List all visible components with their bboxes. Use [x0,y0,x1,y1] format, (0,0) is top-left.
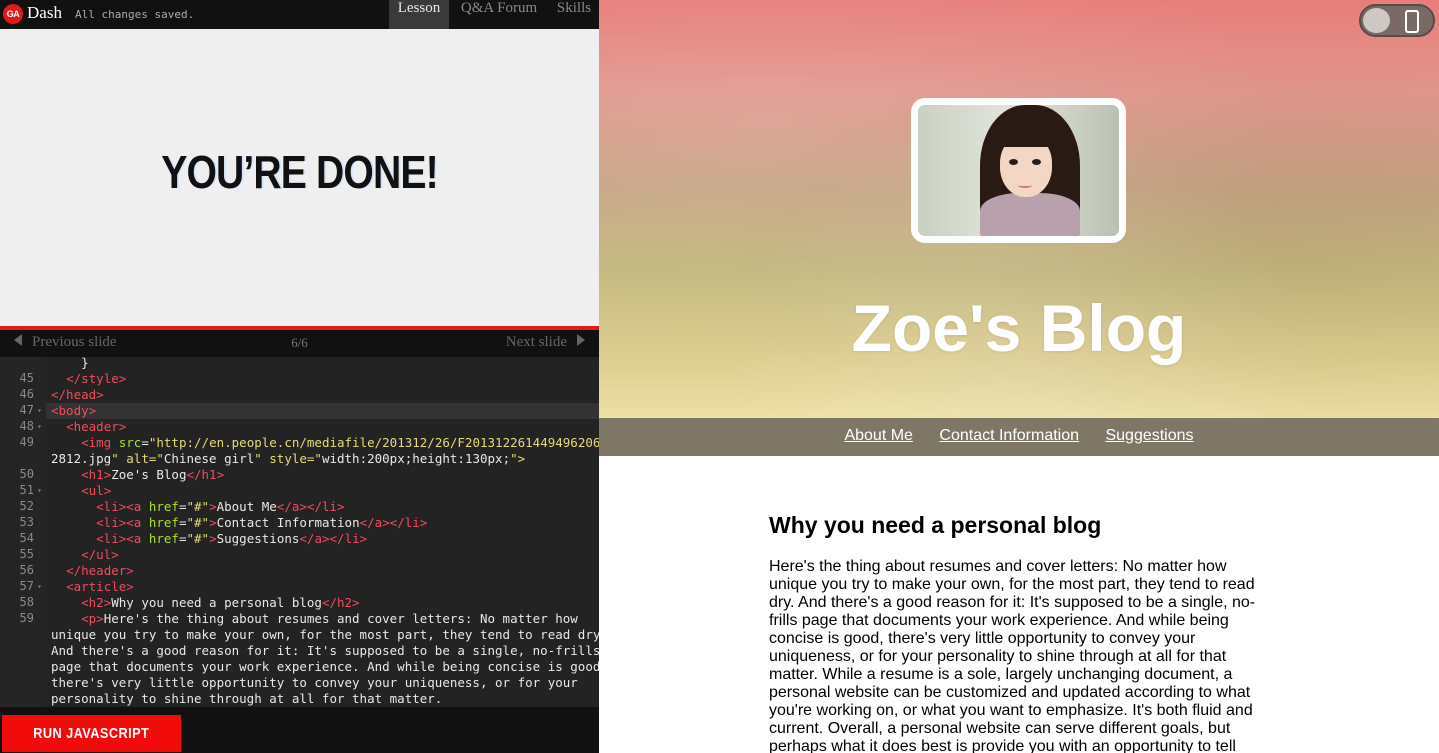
toggle-knob [1363,8,1390,33]
line-number: 47 [19,403,34,417]
previous-slide-label: Previous slide [32,334,117,350]
code-line[interactable]: <article> [51,579,134,595]
top-bar: GA Dash All changes saved. Lesson Q&A Fo… [0,0,599,29]
blog-title: Zoe's Blog [851,291,1187,365]
tab-lesson[interactable]: Lesson [389,0,449,29]
code-line[interactable]: <li><a href="#">Contact Information</a><… [51,515,427,531]
fold-arrow-icon[interactable]: ▾ [37,582,42,591]
blog-article: Why you need a personal blog Here's the … [769,512,1261,753]
code-line[interactable]: personality to shine through at all for … [51,691,442,707]
article-paragraph: Here's the thing about resumes and cover… [769,558,1256,753]
line-number: 48 [19,419,34,433]
chevron-left-icon [14,334,22,346]
code-line[interactable]: <li><a href="#">Suggestions</a></li> [51,531,367,547]
code-line[interactable]: page that documents your work experience… [51,659,599,675]
tab-qa-forum[interactable]: Q&A Forum [455,0,543,29]
code-line[interactable]: </header> [51,563,134,579]
line-number: 58 [19,595,34,609]
code-line[interactable]: <h1>Zoe's Blog</h1> [51,467,224,483]
line-number: 52 [19,499,34,513]
tab-skills[interactable]: Skills [551,0,597,29]
line-number: 50 [19,467,34,481]
slide-title: YOU’RE DONE! [161,146,438,198]
nav-link-contact-information[interactable]: Contact Information [939,427,1079,444]
code-line[interactable]: there's very little opportunity to conve… [51,675,578,691]
ga-logo[interactable]: GA [3,4,23,24]
lesson-pane: GA Dash All changes saved. Lesson Q&A Fo… [0,0,599,753]
code-line[interactable]: </style> [51,371,126,387]
mobile-phone-icon [1405,10,1419,33]
fold-arrow-icon[interactable]: ▾ [37,406,42,415]
line-number: 51 [19,483,34,497]
app-name[interactable]: Dash [27,3,62,23]
run-bar: RUN JAVASCRIPT [0,707,599,753]
article-heading: Why you need a personal blog [769,512,1102,538]
fold-arrow-icon[interactable]: ▾ [37,486,42,495]
slide-area: YOU’RE DONE! [0,29,599,326]
device-toggle-icon[interactable] [1359,4,1435,37]
code-line[interactable]: unique you try to make your own, for the… [51,627,599,643]
code-line[interactable]: <p>Here's the thing about resumes and co… [51,611,578,627]
line-number: 54 [19,531,34,545]
previous-slide-button[interactable]: Previous slide [14,334,117,351]
line-number: 45 [19,371,34,385]
next-slide-label: Next slide [505,334,567,350]
code-line[interactable]: <img src="http://en.people.cn/mediafile/… [51,435,599,451]
line-number: 53 [19,515,34,529]
blog-nav: About Me Contact Information Suggestions [599,418,1439,456]
save-status: All changes saved. [75,8,195,21]
run-javascript-label: RUN JAVASCRIPT [33,725,150,742]
line-number: 46 [19,387,34,401]
code-line[interactable]: <header> [51,419,126,435]
line-number: 59 [19,611,34,625]
code-line[interactable]: </head> [51,387,104,403]
code-line[interactable]: </ul> [51,547,119,563]
profile-photo [911,98,1126,243]
line-number: 56 [19,563,34,577]
code-editor[interactable]: 45 46 47 ▾ 48 ▾ 49 50 51 ▾ 52 53 54 55 56 57 ▾ 58 59 } </s… [0,357,599,707]
code-line[interactable]: And there's a good reason for it: It's s… [51,643,599,659]
code-line[interactable]: <li><a href="#">About Me</a></li> [51,499,344,515]
code-line[interactable]: } [51,357,89,371]
code-line[interactable]: <body> [51,403,96,419]
preview-pane: Zoe's Blog About Me Contact Information … [599,0,1439,753]
chevron-right-icon [577,334,585,346]
code-line[interactable]: 2812.jpg" alt="Chinese girl" style="widt… [51,451,525,467]
run-javascript-button[interactable]: RUN JAVASCRIPT [2,715,181,752]
next-slide-button[interactable]: Next slide [506,334,585,351]
fold-arrow-icon[interactable]: ▾ [37,422,42,431]
line-number: 49 [19,435,34,449]
slide-navigation: Previous slide 6/6 Next slide [0,330,599,357]
line-number: 57 [19,579,34,593]
nav-link-suggestions[interactable]: Suggestions [1105,427,1193,444]
line-number: 55 [19,547,34,561]
blog-header: Zoe's Blog [599,0,1439,418]
code-line[interactable]: <ul> [51,483,111,499]
nav-link-about-me[interactable]: About Me [844,427,912,444]
code-line[interactable]: <h2>Why you need a personal blog</h2> [51,595,359,611]
